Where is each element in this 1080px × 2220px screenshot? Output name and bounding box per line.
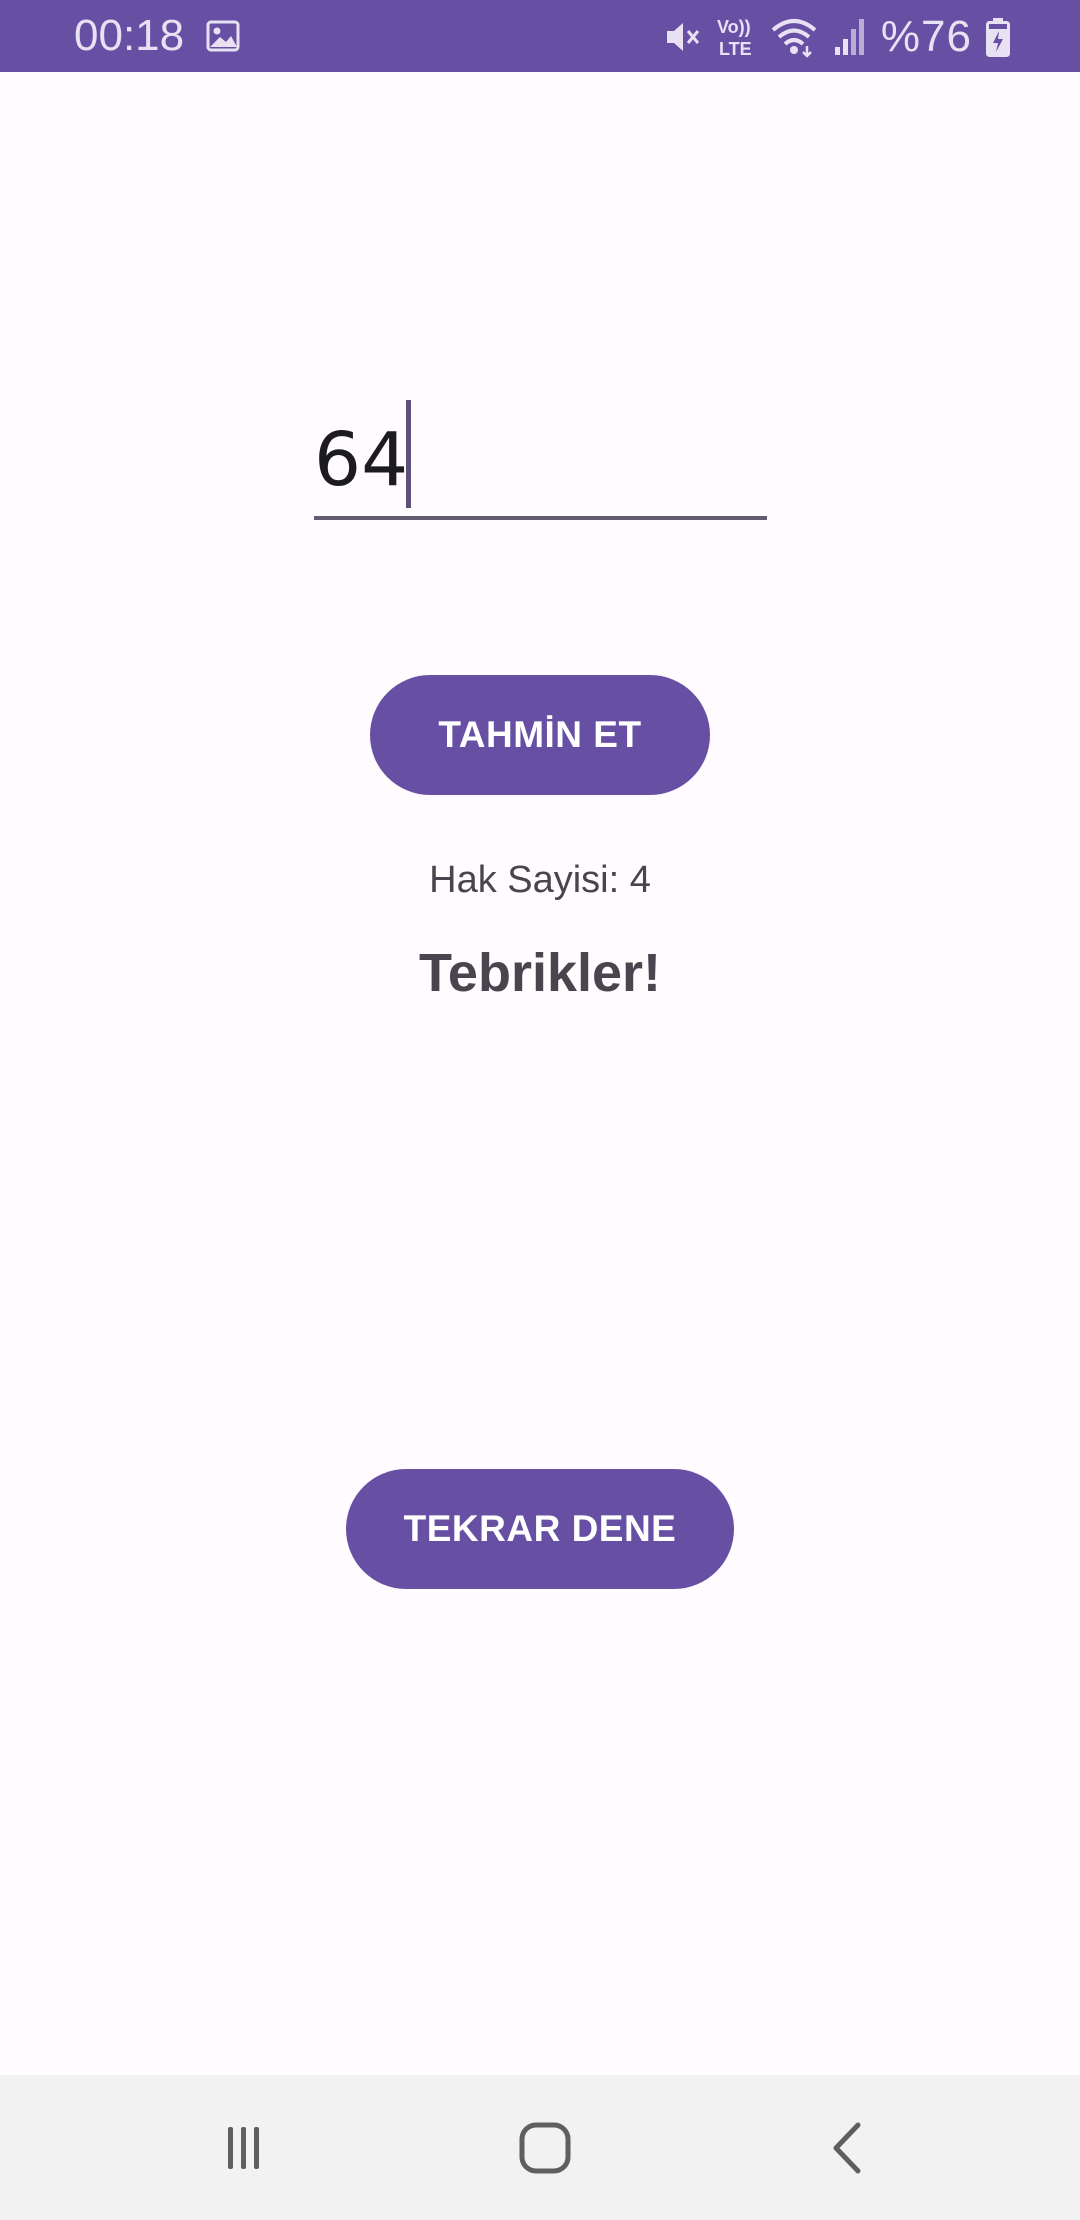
recent-apps-icon: [228, 2127, 259, 2169]
guess-input[interactable]: 64: [314, 410, 408, 510]
status-time: 00:18: [74, 11, 185, 60]
wifi-icon: [771, 19, 817, 58]
home-icon: [519, 2122, 571, 2174]
volte-bottom-label: LTE: [719, 39, 752, 59]
battery-percentage: %76: [880, 12, 972, 61]
back-icon: [833, 2122, 861, 2174]
status-icons: Vo)) LTE %76: [661, 12, 1010, 62]
signal-icon: [834, 19, 864, 55]
recent-apps-button[interactable]: [199, 2105, 289, 2191]
result-message: Tebrikler!: [418, 943, 662, 1003]
text-cursor: [406, 400, 411, 508]
mute-icon: [666, 23, 700, 51]
home-button[interactable]: [500, 2105, 590, 2191]
battery-charging-icon: [986, 18, 1010, 57]
navigation-bar: [0, 2075, 1080, 2220]
guess-underline: [314, 516, 767, 520]
retry-button[interactable]: TEKRAR DENE: [346, 1469, 734, 1589]
guess-button[interactable]: TAHMİN ET: [370, 675, 710, 795]
status-bar: 00:18 Vo)) LTE %76: [0, 0, 1080, 72]
gallery-icon: [206, 20, 240, 52]
back-button[interactable]: [803, 2105, 893, 2191]
guess-field[interactable]: 64: [314, 390, 767, 522]
attempts-label: Hak Sayisi: 4: [429, 859, 651, 901]
volte-top-label: Vo)): [717, 17, 751, 37]
volte-icon: Vo)) LTE: [717, 17, 752, 59]
